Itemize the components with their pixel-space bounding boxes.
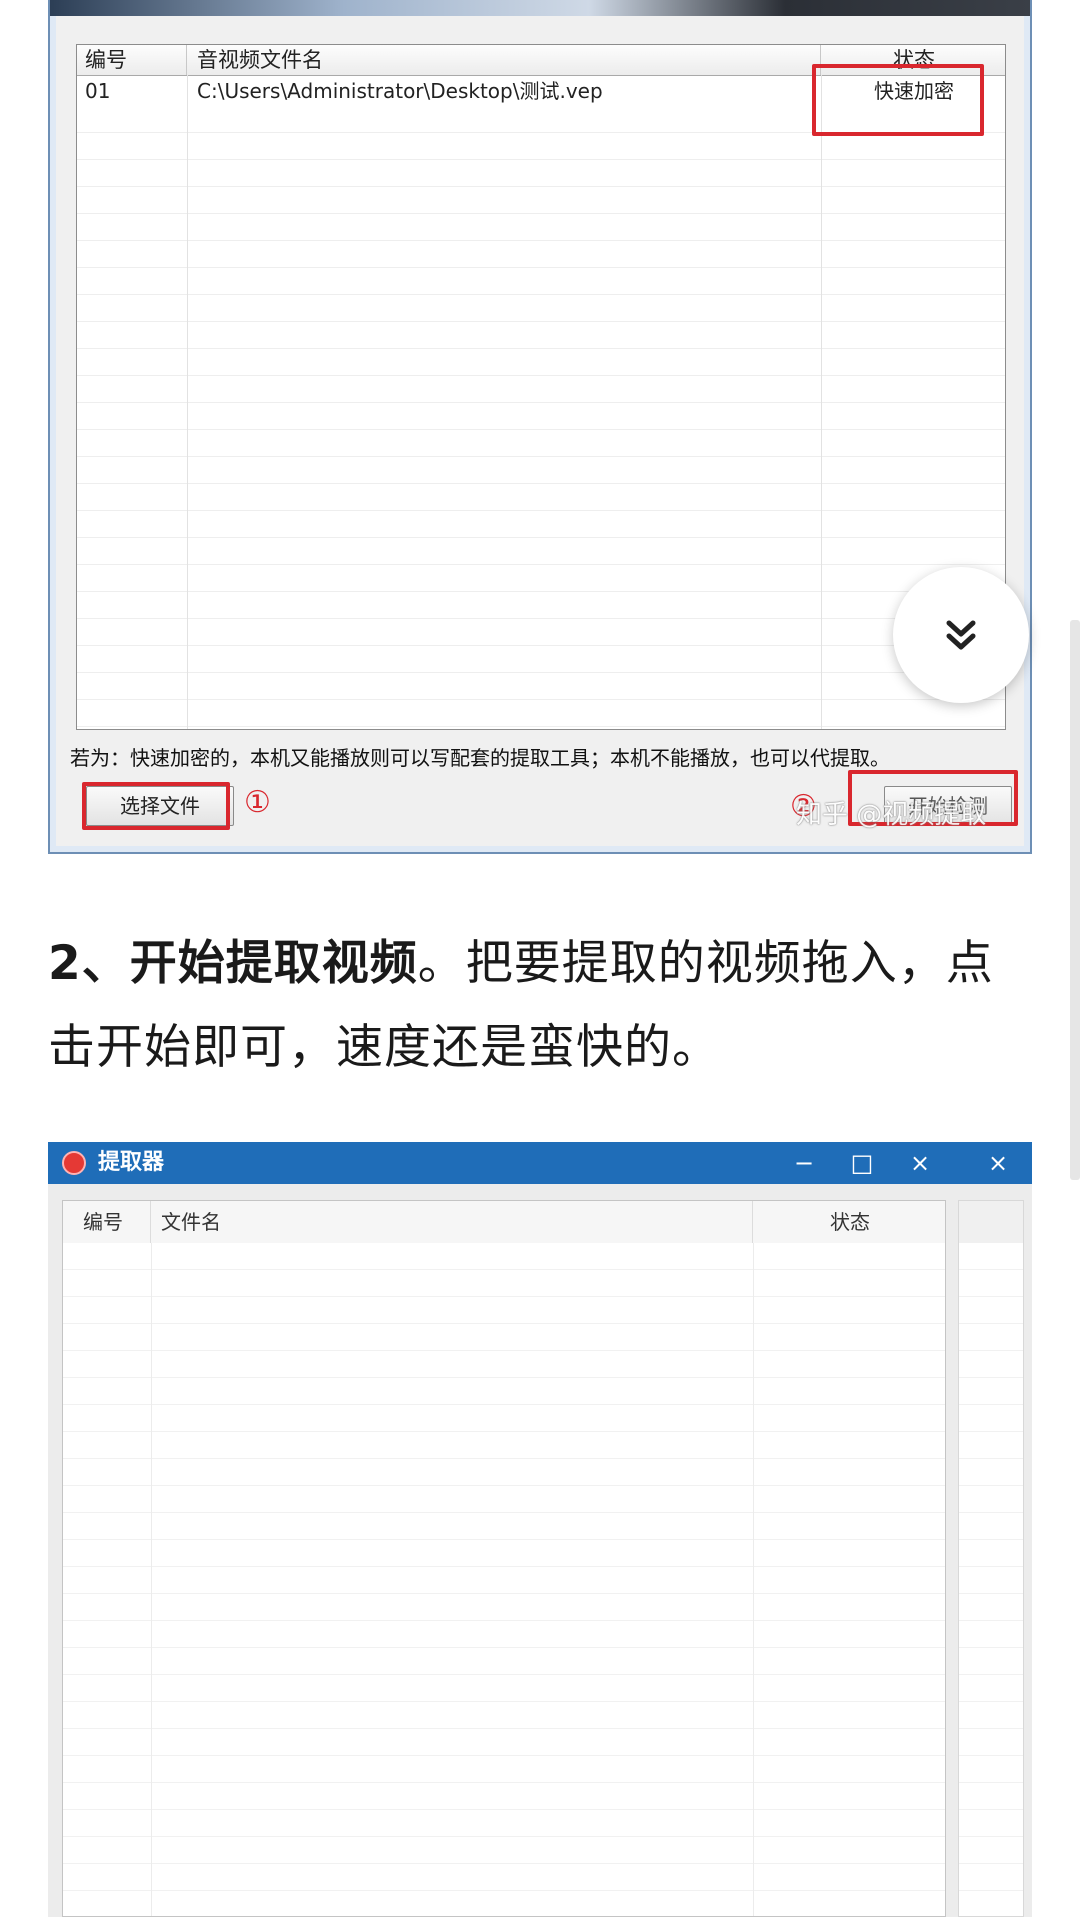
row-number: 01 — [85, 79, 111, 103]
extractor-window: 提取器 − □ × × 编号 文件名 状态 — [48, 1142, 1032, 1917]
side-list-panel — [958, 1200, 1024, 1917]
scroll-down-button[interactable] — [893, 567, 1029, 703]
list-grid-lines — [63, 1243, 945, 1916]
file-list[interactable]: 编号 音视频文件名 状态 01 C:\Users\Administrator\D… — [76, 44, 1006, 730]
close-outer-button[interactable]: × — [978, 1142, 1018, 1184]
title-bar: 提取器 − □ × × — [48, 1142, 1032, 1184]
col-header-status[interactable]: 状态 — [753, 1201, 945, 1243]
maximize-button[interactable]: □ — [842, 1142, 882, 1184]
app-logo-icon — [62, 1151, 86, 1175]
highlight-status-box — [812, 64, 984, 136]
highlight-select-box — [82, 782, 230, 830]
list-grid-lines — [77, 106, 1005, 729]
window-top-strip — [50, 0, 1030, 16]
window-client-area: 编号 音视频文件名 状态 01 C:\Users\Administrator\D… — [56, 16, 1024, 846]
row-filename: C:\Users\Administrator\Desktop\测试.vep — [197, 79, 603, 103]
step-heading: 2、开始提取视频 — [48, 936, 418, 991]
close-button[interactable]: × — [900, 1142, 940, 1184]
col-header-filename[interactable]: 音视频文件名 — [187, 45, 821, 75]
encrypt-check-window: 编号 音视频文件名 状态 01 C:\Users\Administrator\D… — [48, 0, 1032, 854]
side-panel-header — [959, 1201, 1023, 1244]
column-divider — [187, 75, 188, 729]
side-panel-lines — [959, 1243, 1023, 1916]
notice-text: 若为：快速加密的，本机又能播放则可以写配套的提取工具；本机不能播放，也可以代提取… — [70, 746, 890, 770]
column-divider — [151, 1243, 152, 1916]
column-divider — [753, 1243, 754, 1916]
window-title: 提取器 — [98, 1150, 165, 1175]
col-header-number[interactable]: 编号 — [63, 1201, 151, 1243]
page-scrollbar[interactable] — [1070, 620, 1080, 1180]
column-divider — [821, 75, 822, 729]
watermark: 知乎 @视频提取 — [796, 800, 987, 830]
article-paragraph: 2、开始提取视频。把要提取的视频拖入，点击开始即可，速度还是蛮快的。 — [48, 922, 1008, 1090]
extract-file-list[interactable]: 编号 文件名 状态 — [62, 1200, 946, 1917]
col-header-filename[interactable]: 文件名 — [151, 1201, 753, 1243]
step-marker-1: ① — [244, 785, 271, 820]
extract-list-header: 编号 文件名 状态 — [63, 1201, 945, 1244]
col-header-number[interactable]: 编号 — [77, 45, 187, 75]
minimize-button[interactable]: − — [784, 1142, 824, 1184]
double-chevron-down-icon — [946, 620, 976, 650]
